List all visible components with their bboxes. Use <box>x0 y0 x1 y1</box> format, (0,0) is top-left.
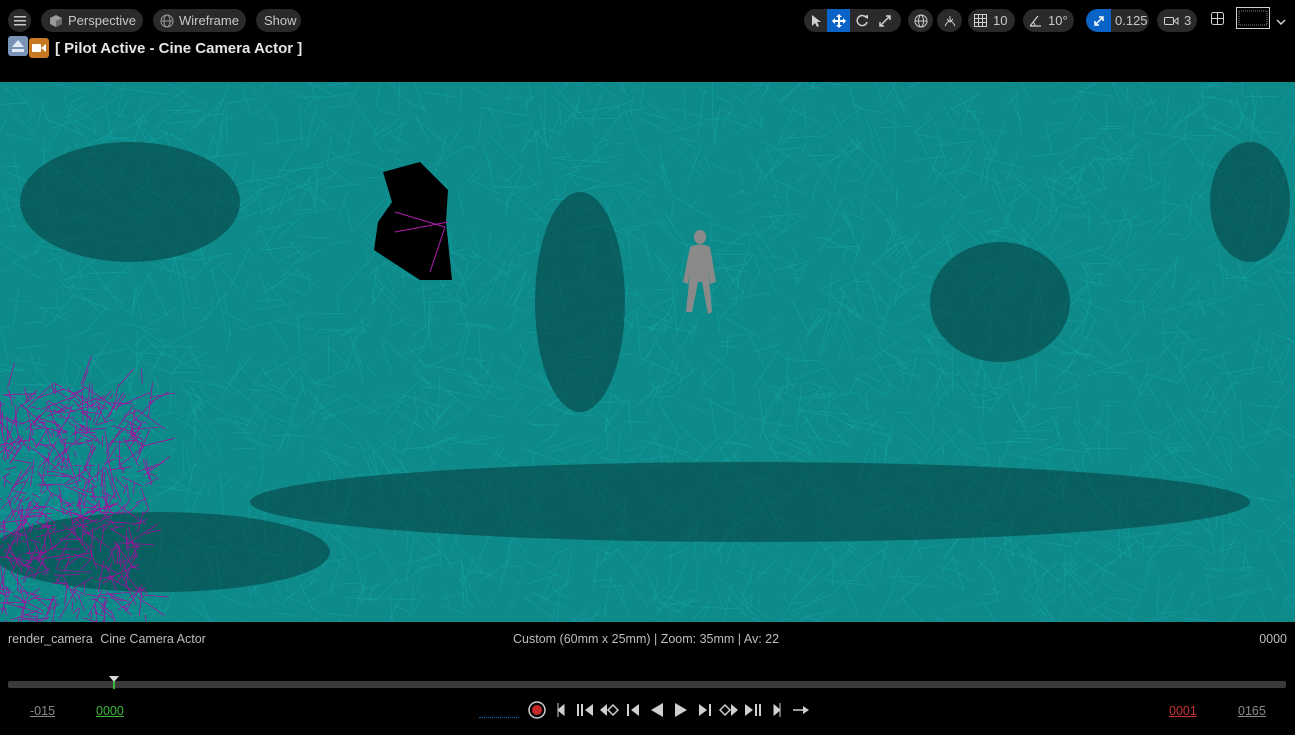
surface-snap-button[interactable] <box>937 9 962 32</box>
end-frame-field[interactable]: 0165 <box>1238 704 1266 718</box>
timeline-scrubber[interactable] <box>8 676 1286 689</box>
hamburger-icon <box>8 9 31 32</box>
playback-end-field[interactable]: 0001 <box>1169 704 1197 718</box>
wireframe-label: Wireframe <box>179 13 239 28</box>
scale-snap-value: 0.125 <box>1115 13 1148 28</box>
viewport-toolbar: Perspective Wireframe Show 10 10° 0.125 … <box>0 0 1295 82</box>
camera-icon <box>1164 15 1179 27</box>
play-button[interactable] <box>669 702 693 722</box>
current-frame: 0000 <box>1259 632 1287 646</box>
loop-mode-button[interactable] <box>789 702 813 722</box>
rotation-snap-button[interactable]: 10° <box>1023 9 1074 32</box>
jump-start-icon <box>555 702 567 723</box>
playback-speed-field[interactable] <box>479 717 519 718</box>
show-button[interactable]: Show <box>256 9 301 32</box>
cube-icon <box>49 14 63 28</box>
globe-icon <box>914 14 928 28</box>
eject-icon <box>8 35 28 61</box>
eject-pilot-button[interactable] <box>8 35 28 61</box>
surface-snap-icon <box>943 14 957 28</box>
jump-end-icon <box>771 702 783 723</box>
step-back-frame-icon <box>626 702 640 723</box>
scale-icon <box>878 14 892 28</box>
perspective-label: Perspective <box>68 13 136 28</box>
viewport-preview-icon <box>1236 7 1270 34</box>
rotation-snap-value: 10° <box>1048 13 1068 28</box>
jump-to-end-button[interactable] <box>765 702 789 722</box>
grid-size-value: 10 <box>993 13 1008 28</box>
wireframe-viewport[interactable] <box>0 82 1295 622</box>
viewport-menu-button[interactable] <box>8 9 31 32</box>
camera-name: render_camera <box>8 632 93 646</box>
select-tool-button[interactable] <box>804 9 827 32</box>
next-keyframe-button[interactable] <box>717 702 741 722</box>
record-button[interactable] <box>525 700 549 724</box>
viewport-size-preview[interactable] <box>1235 7 1271 34</box>
perspective-button[interactable]: Perspective <box>41 9 143 32</box>
angle-icon <box>1029 14 1042 27</box>
view-mode-button[interactable]: Wireframe <box>153 9 246 32</box>
viewport-options-dropdown[interactable] <box>1274 9 1288 32</box>
coordinate-system-button[interactable] <box>908 9 933 32</box>
start-frame-field[interactable]: -015 <box>30 704 55 718</box>
wireframe-sphere-icon <box>160 14 174 28</box>
camera-label-row: render_camera Cine Camera Actor <box>8 632 206 646</box>
arrow-right-icon <box>792 703 810 721</box>
step-back-frame-button[interactable] <box>621 702 645 722</box>
scale-tool-button[interactable] <box>873 9 896 32</box>
step-forward-frame-icon <box>698 702 712 723</box>
pilot-title: [ Pilot Active - Cine Camera Actor ] <box>55 39 303 57</box>
play-icon <box>674 702 688 723</box>
play-reverse-icon <box>650 702 664 723</box>
next-key-button[interactable] <box>741 702 765 722</box>
translate-tool-button[interactable] <box>827 9 850 32</box>
scene-objects <box>374 162 716 314</box>
step-forward-frame-button[interactable] <box>693 702 717 722</box>
move-icon <box>831 13 846 28</box>
step-back-icon <box>576 702 594 723</box>
layout-grid-icon <box>1210 11 1224 30</box>
pilot-title-row: [ Pilot Active - Cine Camera Actor ] <box>8 35 303 61</box>
grid-icon <box>974 14 987 27</box>
grid-snap-button[interactable]: 10 <box>968 9 1015 32</box>
layout-button[interactable] <box>1207 9 1227 32</box>
cursor-icon <box>810 14 822 28</box>
show-label: Show <box>264 13 297 28</box>
step-forward-icon <box>744 702 762 723</box>
previous-keyframe-button[interactable] <box>597 702 621 722</box>
transport-controls <box>525 700 813 724</box>
jump-to-start-button[interactable] <box>549 702 573 722</box>
transform-tools <box>804 9 901 32</box>
camera-type: Cine Camera Actor <box>100 632 206 646</box>
rock-mesh <box>374 162 452 280</box>
mannequin-figure <box>683 230 716 314</box>
play-reverse-button[interactable] <box>645 702 669 722</box>
prev-keyframe-icon <box>599 702 620 723</box>
scale-snap-icon <box>1093 15 1105 27</box>
camera-speed-value: 3 <box>1184 13 1192 28</box>
chevron-down-icon <box>1276 12 1286 30</box>
scale-snap-toggle[interactable] <box>1086 9 1111 32</box>
playback-start-field[interactable]: 0000 <box>96 704 124 718</box>
previous-key-button[interactable] <box>573 702 597 722</box>
camera-speed-button[interactable]: 3 <box>1157 9 1197 32</box>
record-icon <box>528 700 546 724</box>
scale-snap-button[interactable]: 0.125 <box>1086 9 1149 32</box>
next-keyframe-icon <box>718 702 739 723</box>
rotate-tool-button[interactable] <box>850 9 873 32</box>
rotate-icon <box>855 14 869 28</box>
cine-camera-icon <box>29 38 49 58</box>
camera-details: Custom (60mm x 25mm) | Zoom: 35mm | Av: … <box>513 632 780 646</box>
